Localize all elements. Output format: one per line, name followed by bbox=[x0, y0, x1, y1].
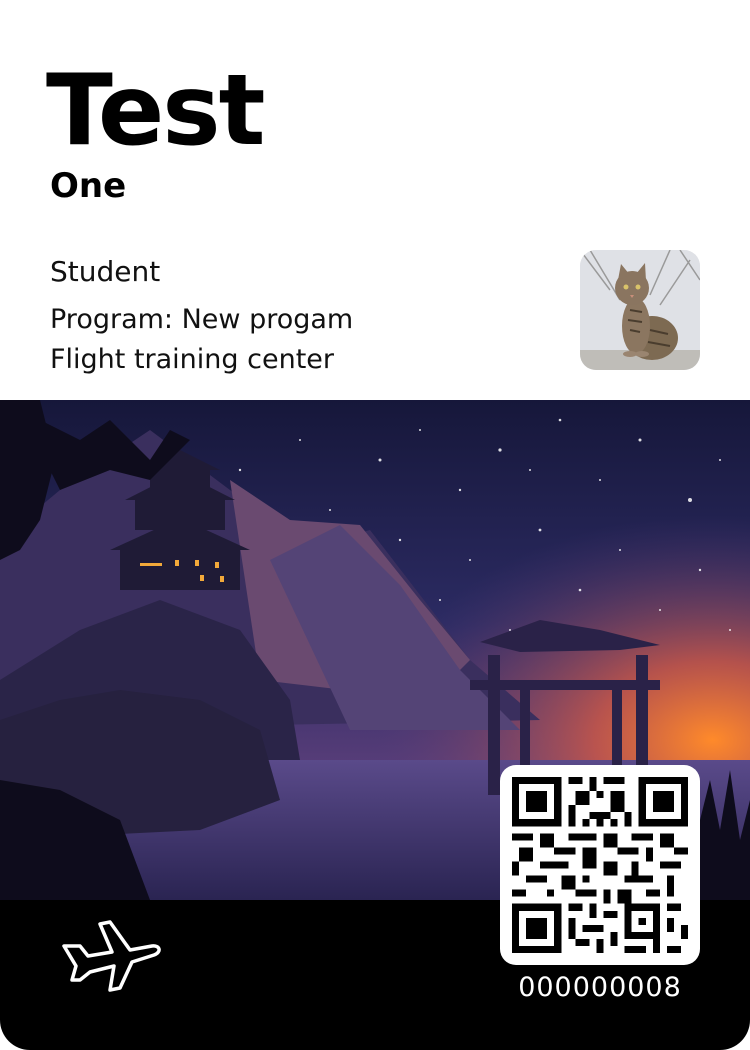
first-name: Test bbox=[46, 54, 265, 168]
program-label: Program: New progam bbox=[50, 304, 354, 335]
training-center-label: Flight training center bbox=[50, 344, 335, 375]
qr-code bbox=[500, 765, 700, 965]
profile-photo bbox=[580, 250, 700, 370]
cat-photo-image bbox=[580, 250, 700, 370]
qr-code-graphic bbox=[512, 777, 688, 953]
last-name: One bbox=[50, 166, 127, 206]
card-number: 000000008 bbox=[518, 972, 682, 1003]
id-card: Test One Student Program: New progam Fli… bbox=[0, 0, 750, 1050]
role-label: Student bbox=[50, 255, 161, 288]
airplane-icon bbox=[62, 920, 161, 992]
